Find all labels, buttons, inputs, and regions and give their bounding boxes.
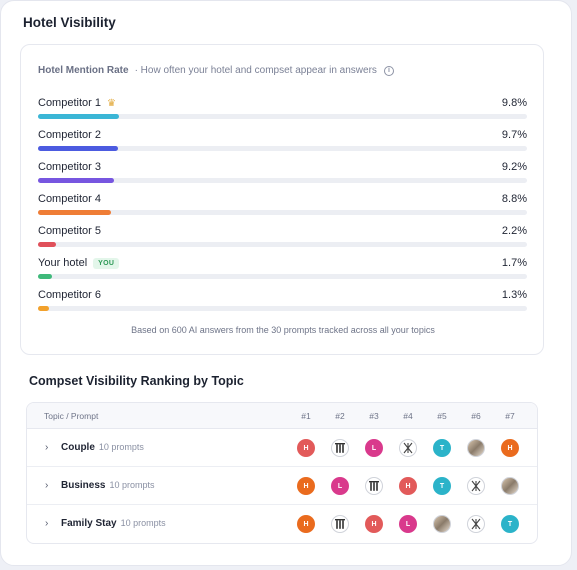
rank-column-header: #7 [505, 411, 515, 421]
letter-h-avatar[interactable]: H [297, 515, 315, 533]
progress-fill [38, 146, 119, 151]
progress-track [38, 210, 527, 215]
progress-fill [38, 306, 49, 311]
ranking-title: Compset Visibility Ranking by Topic [29, 374, 244, 388]
chevron-right-icon[interactable]: › [45, 518, 48, 529]
mention-rate-row: Your hotel YOU 1.7% [38, 257, 527, 281]
rank-column-header: #2 [335, 411, 345, 421]
mention-percentage: 9.8% [501, 97, 527, 109]
letter-t-avatar[interactable]: T [433, 477, 451, 495]
hotel-name-wrap: Competitor 5 [38, 225, 101, 237]
letter-l-avatar[interactable]: L [365, 439, 383, 457]
rank-column-header: #6 [471, 411, 481, 421]
progress-fill [38, 242, 57, 247]
table-header: Topic / Prompt #1 #2 #3 #4 #5 #6 #7 [27, 403, 537, 429]
ranking-table: Topic / Prompt #1 #2 #3 #4 #5 #6 #7 › Couple 10 … [26, 402, 538, 544]
rank-column-header: #3 [369, 411, 379, 421]
progress-track [38, 306, 527, 311]
hotel-photo-avatar[interactable] [467, 439, 485, 457]
progress-track [38, 274, 527, 279]
topic-name-wrap: Business 10 prompts [61, 480, 155, 491]
letter-t-avatar[interactable]: T [501, 515, 519, 533]
progress-fill [38, 178, 115, 183]
topic-name: Couple [61, 442, 95, 453]
progress-track [38, 146, 527, 151]
progress-track [38, 242, 527, 247]
hotel-name: Your hotel [38, 257, 88, 269]
x-logo-icon[interactable] [467, 515, 485, 533]
prompt-count: 10 prompts [120, 518, 166, 528]
letter-h-avatar[interactable]: H [297, 439, 315, 457]
letter-l-avatar[interactable]: L [399, 515, 417, 533]
prompt-count: 10 prompts [109, 480, 155, 490]
x-logo-icon[interactable] [399, 439, 417, 457]
mention-rate-row: Competitor 5 2.2% [38, 225, 527, 249]
progress-track [38, 114, 527, 119]
rank-column-header: #5 [437, 411, 447, 421]
hotel-name: Competitor 3 [38, 161, 101, 173]
rank-column-header: #1 [301, 411, 311, 421]
hotel-photo-avatar[interactable] [501, 477, 519, 495]
letter-h-avatar[interactable]: H [501, 439, 519, 457]
topic-row[interactable]: › Family Stay 10 prompts H H L T [27, 505, 537, 543]
letter-h-avatar[interactable]: H [399, 477, 417, 495]
hotel-photo-avatar[interactable] [433, 515, 451, 533]
mention-percentage: 8.8% [501, 193, 527, 205]
section-title: Hotel Visibility [23, 15, 116, 30]
topic-name-wrap: Family Stay 10 prompts [61, 518, 166, 529]
hotel-name-wrap: Competitor 3 [38, 161, 101, 173]
letter-t-avatar[interactable]: T [433, 439, 451, 457]
mention-rate-row: Competitor 2 9.7% [38, 129, 527, 153]
topic-name: Family Stay [61, 518, 117, 529]
hotel-name-wrap: Your hotel YOU [38, 257, 120, 269]
hotel-name: Competitor 5 [38, 225, 101, 237]
mention-rate-row: Competitor 4 8.8% [38, 193, 527, 217]
letter-h-avatar[interactable]: H [297, 477, 315, 495]
hotel-name: Competitor 2 [38, 129, 101, 141]
chevron-right-icon[interactable]: › [45, 442, 48, 453]
column-topic-header: Topic / Prompt [44, 411, 99, 421]
hotel-name-wrap: Competitor 2 [38, 129, 101, 141]
crown-icon: ♛ [106, 97, 116, 109]
prompt-count: 10 prompts [98, 442, 144, 452]
card-subtitle: · How often your hotel and compset appea… [134, 65, 377, 76]
you-badge: YOU [93, 257, 120, 269]
progress-fill [38, 210, 111, 215]
topic-name: Business [61, 480, 106, 491]
mention-rate-row: Competitor 3 9.2% [38, 161, 527, 185]
mention-percentage: 2.2% [501, 225, 527, 237]
rank-column-header: #4 [403, 411, 413, 421]
hotel-name-wrap: Competitor 6 [38, 289, 101, 301]
pillar-logo-icon[interactable] [331, 515, 349, 533]
letter-h-avatar[interactable]: H [365, 515, 383, 533]
chevron-right-icon[interactable]: › [45, 480, 48, 491]
info-icon[interactable]: i [383, 65, 394, 76]
mention-rate-row: Competitor 6 1.3% [38, 289, 527, 313]
progress-fill [38, 274, 53, 279]
progress-track [38, 178, 527, 183]
mention-rate-row: Competitor 1 ♛ 9.8% [38, 97, 527, 121]
hotel-name-wrap: Competitor 1 ♛ [38, 97, 116, 109]
hotel-name: Competitor 1 [38, 97, 101, 109]
x-logo-icon[interactable] [467, 477, 485, 495]
letter-l-avatar[interactable]: L [331, 477, 349, 495]
mention-rate-card: Hotel Mention Rate · How often your hote… [20, 44, 544, 355]
hotel-name: Competitor 4 [38, 193, 101, 205]
mention-percentage: 1.7% [501, 257, 527, 269]
card-header: Hotel Mention Rate · How often your hote… [38, 65, 394, 76]
hotel-name-wrap: Competitor 4 [38, 193, 101, 205]
card-label: Hotel Mention Rate [38, 65, 129, 76]
hotel-name: Competitor 6 [38, 289, 101, 301]
hotel-visibility-panel: Hotel Visibility Hotel Mention Rate · Ho… [0, 0, 572, 566]
topic-row[interactable]: › Couple 10 prompts H L T H [27, 429, 537, 467]
mention-percentage: 9.2% [501, 161, 527, 173]
mention-percentage: 1.3% [501, 289, 527, 301]
topic-name-wrap: Couple 10 prompts [61, 442, 144, 453]
pillar-logo-icon[interactable] [365, 477, 383, 495]
mention-percentage: 9.7% [501, 129, 527, 141]
footnote: Based on 600 AI answers from the 30 prom… [131, 325, 435, 335]
progress-fill [38, 114, 120, 119]
topic-row[interactable]: › Business 10 prompts H L H T [27, 467, 537, 505]
pillar-logo-icon[interactable] [331, 439, 349, 457]
